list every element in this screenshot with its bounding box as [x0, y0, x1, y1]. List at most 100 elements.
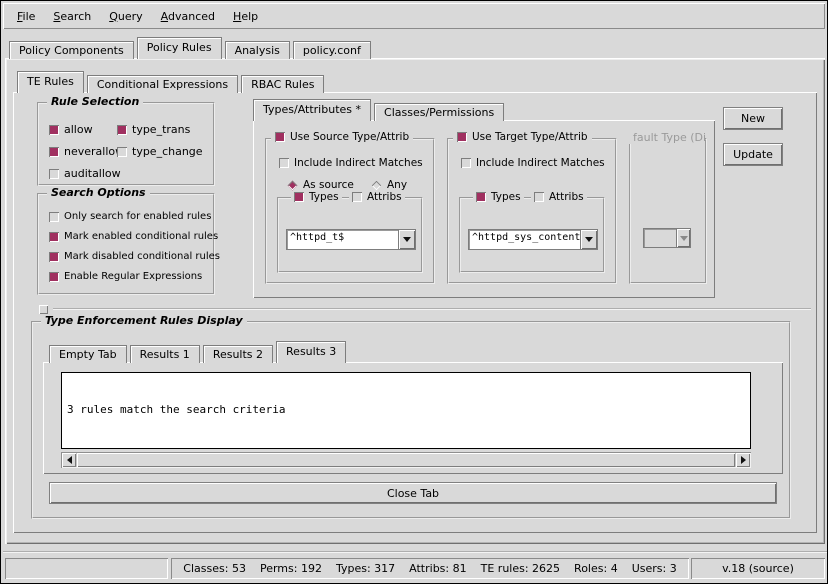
checkbox-indicator [461, 158, 471, 168]
source-types-checkbox[interactable]: Types [291, 191, 342, 203]
tab-policy-components-label: Policy Components [19, 44, 124, 57]
any-radio[interactable]: Any [371, 179, 407, 191]
mark-enabled-checkbox[interactable]: Mark enabled conditional rules [49, 231, 218, 242]
scroll-left-button[interactable] [62, 453, 76, 467]
tab-results-3[interactable]: Results 3 [276, 341, 346, 363]
source-type-combo-arrow[interactable] [399, 229, 416, 250]
results-summary: 3 rules match the search criteria [67, 403, 745, 417]
as-source-radio[interactable]: As source [287, 179, 354, 191]
neverallow-checkbox[interactable]: neverallow [49, 145, 124, 158]
allow-label: allow [64, 123, 93, 136]
stat-perms: Perms: 192 [260, 562, 322, 575]
checkbox-indicator [49, 169, 59, 179]
checkbox-indicator [294, 192, 304, 202]
type-change-label: type_change [132, 145, 203, 158]
menu-search[interactable]: Search [44, 7, 100, 26]
tab-policy-rules[interactable]: Policy Rules [137, 37, 222, 59]
results-blank-line [67, 445, 745, 449]
use-target-checkbox[interactable]: Use Target Type/Attrib [453, 131, 592, 143]
pane-sash-handle[interactable] [39, 305, 48, 314]
stat-users-value: 3 [670, 562, 677, 575]
tab-te-rules[interactable]: TE Rules [17, 71, 84, 93]
checkbox-indicator [279, 158, 289, 168]
scroll-right-icon [741, 456, 746, 464]
default-type-combo [643, 228, 691, 248]
tab-analysis[interactable]: Analysis [225, 41, 290, 59]
any-label: Any [387, 179, 407, 191]
stat-te-rules-value: 2625 [532, 562, 560, 575]
target-type-group: Use Target Type/Attrib Include Indirect … [447, 138, 617, 284]
update-button[interactable]: Update [723, 143, 783, 166]
target-indirect-checkbox[interactable]: Include Indirect Matches [461, 157, 605, 169]
target-types-checkbox[interactable]: Types [473, 191, 524, 203]
stat-roles-value: 4 [611, 562, 618, 575]
menu-advanced[interactable]: Advanced [152, 7, 224, 26]
target-type-combo-entry[interactable]: ^httpd_sys_content_t$ [468, 229, 581, 250]
regex-checkbox[interactable]: Enable Regular Expressions [49, 271, 202, 282]
tab-conditional-expressions[interactable]: Conditional Expressions [87, 75, 238, 93]
menu-advanced-rest: dvanced [168, 10, 215, 23]
source-type-combo: ^httpd_t$ [286, 229, 416, 250]
source-indirect-checkbox[interactable]: Include Indirect Matches [279, 157, 423, 169]
target-type-combo-arrow[interactable] [581, 229, 598, 250]
stat-classes-label: Classes: [183, 562, 228, 575]
app-window: File Search Query Advanced Help Policy C… [0, 0, 828, 584]
checkbox-indicator [49, 212, 59, 222]
menu-file[interactable]: File [8, 7, 44, 26]
target-attribs-checkbox[interactable]: Attribs [531, 191, 587, 203]
tab-types-attributes[interactable]: Types/Attributes * [253, 99, 371, 121]
menu-query-key: Q [109, 10, 118, 23]
mark-disabled-label: Mark disabled conditional rules [64, 251, 220, 262]
use-target-label: Use Target Type/Attrib [472, 131, 588, 143]
tab-empty-tab[interactable]: Empty Tab [49, 345, 127, 363]
tab-results-1[interactable]: Results 1 [130, 345, 200, 363]
new-button-label: New [741, 112, 765, 125]
type-trans-label: type_trans [132, 123, 190, 136]
version-text: v.18 (source) [722, 562, 794, 575]
allow-checkbox[interactable]: allow [49, 123, 93, 136]
stat-types-value: 317 [374, 562, 395, 575]
auditallow-checkbox[interactable]: auditallow [49, 167, 121, 180]
checkbox-indicator [352, 192, 362, 202]
status-left-cell [5, 558, 168, 579]
tab-results-2[interactable]: Results 2 [203, 345, 273, 363]
checkbox-indicator [275, 132, 285, 142]
default-type-combo-arrow [677, 228, 691, 248]
stat-perms-value: 192 [301, 562, 322, 575]
close-tab-button[interactable]: Close Tab [49, 482, 777, 504]
tab-classes-permissions[interactable]: Classes/Permissions [374, 103, 504, 121]
stat-roles-label: Roles: [574, 562, 607, 575]
stat-classes: Classes: 53 [183, 562, 246, 575]
scroll-right-button[interactable] [736, 453, 750, 467]
source-type-combo-entry[interactable]: ^httpd_t$ [286, 229, 399, 250]
results-text-area[interactable]: 3 rules match the search criteria 5822 a… [61, 372, 751, 449]
results-horizontal-scrollbar[interactable] [61, 452, 751, 468]
type-change-checkbox[interactable]: type_change [117, 145, 203, 158]
source-types-attribs-frame: Types Attribs ^httpd_t$ [277, 197, 423, 273]
tab-policy-rules-label: Policy Rules [147, 41, 212, 54]
tab-analysis-label: Analysis [235, 44, 280, 57]
tab-policy-conf[interactable]: policy.conf [293, 41, 371, 59]
menu-help[interactable]: Help [224, 7, 267, 26]
tab-policy-components[interactable]: Policy Components [9, 41, 134, 59]
results-tab-bar: Empty Tab Results 1 Results 2 Results 3 [49, 343, 349, 363]
tab-empty-tab-label: Empty Tab [59, 348, 117, 361]
regex-label: Enable Regular Expressions [64, 271, 202, 282]
mark-disabled-checkbox[interactable]: Mark disabled conditional rules [49, 251, 220, 262]
statusbar-divider [3, 551, 827, 553]
source-attribs-checkbox[interactable]: Attribs [349, 191, 405, 203]
checkbox-indicator [49, 232, 59, 242]
tab-results-2-label: Results 2 [213, 348, 263, 361]
source-type-group: Use Source Type/Attrib Include Indirect … [265, 138, 435, 284]
checkbox-indicator [117, 125, 127, 135]
new-button[interactable]: New [723, 107, 783, 130]
dropdown-arrow-icon [680, 236, 688, 241]
stat-types: Types: 317 [336, 562, 395, 575]
menu-query[interactable]: Query [100, 7, 151, 26]
type-trans-checkbox[interactable]: type_trans [117, 123, 190, 136]
use-source-checkbox[interactable]: Use Source Type/Attrib [271, 131, 413, 143]
enabled-rules-checkbox[interactable]: Only search for enabled rules [49, 211, 211, 222]
scrollbar-thumb[interactable] [77, 453, 735, 467]
radio-indicator [288, 180, 298, 190]
tab-rbac-rules[interactable]: RBAC Rules [241, 75, 324, 93]
